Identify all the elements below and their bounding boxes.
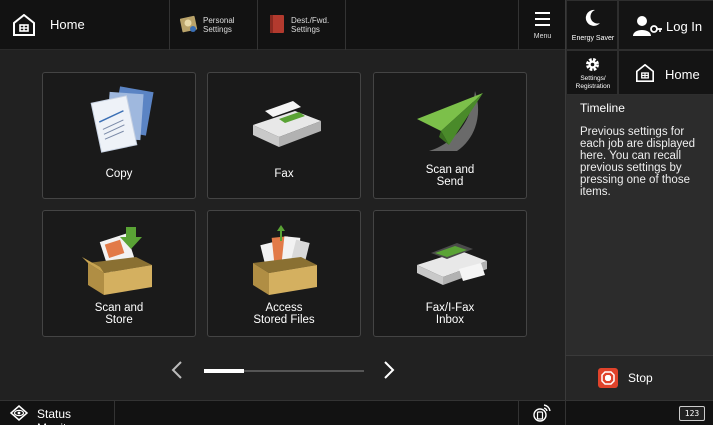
- status-monitor-label: Status Monitor: [37, 407, 77, 425]
- hamburger-icon: [535, 12, 550, 26]
- side-home-button[interactable]: Home: [618, 50, 713, 95]
- tile-scan-and-store-label: Scan and Store: [94, 302, 144, 326]
- timeline-title: Timeline: [580, 101, 625, 115]
- gear-icon: [586, 58, 599, 71]
- stop-icon: [598, 368, 618, 388]
- chevron-right-icon[interactable]: [382, 360, 396, 380]
- bottom-bar: Status Monitor 123: [0, 400, 713, 425]
- tile-fax-ifax-inbox-label: Fax/I-Fax Inbox: [425, 302, 475, 326]
- home-icon: [13, 14, 35, 36]
- tile-fax[interactable]: Fax: [207, 72, 361, 199]
- personal-settings-button[interactable]: Personal Settings: [170, 0, 258, 50]
- settings-registration-button[interactable]: Settings/ Registration: [566, 50, 618, 95]
- destination-forwarding-settings-label: Dest./Fwd. Settings: [291, 16, 330, 34]
- home-button[interactable]: Home: [0, 0, 170, 50]
- bottom-right-area: 123: [565, 401, 713, 425]
- scan-store-icon: [82, 227, 152, 295]
- stop-button[interactable]: Stop: [566, 355, 713, 400]
- user-key-icon: [633, 16, 662, 36]
- home-icon: [636, 64, 654, 82]
- tile-fax-ifax-inbox[interactable]: Fax/I-Fax Inbox: [373, 210, 527, 337]
- tile-copy[interactable]: Copy: [42, 72, 196, 199]
- menu-label: Menu: [533, 33, 552, 40]
- scan-send-icon: [417, 91, 483, 151]
- tile-fax-label: Fax: [274, 168, 294, 180]
- tile-scan-and-send-label: Scan and Send: [425, 164, 475, 188]
- energy-saver-label: Energy Saver: [571, 35, 615, 42]
- timeline-description: Previous settings for each job are displ…: [580, 126, 696, 198]
- login-label: Log In: [666, 19, 703, 34]
- chevron-left-icon[interactable]: [170, 360, 184, 380]
- main-menu-area: Copy Fax Scan and Send Scan and Store Ac…: [0, 50, 565, 400]
- fax-inbox-icon: [417, 243, 487, 285]
- menu-button[interactable]: Menu: [518, 0, 565, 50]
- side-home-label: Home: [665, 67, 700, 82]
- fax-icon: [253, 101, 321, 147]
- page-scroll-thumb[interactable]: [204, 369, 244, 373]
- address-book-icon: [270, 15, 284, 33]
- settings-registration-label: Settings/ Registration: [575, 75, 611, 90]
- personal-settings-label: Personal Settings: [203, 16, 235, 34]
- numeric-keypad-button[interactable]: 123: [679, 406, 705, 421]
- page-navigator: [0, 355, 565, 385]
- tile-scan-and-send[interactable]: Scan and Send: [373, 72, 527, 199]
- stop-label: Stop: [628, 371, 653, 385]
- home-label: Home: [50, 17, 85, 32]
- moon-icon: [585, 9, 600, 26]
- energy-saver-button[interactable]: Energy Saver: [566, 0, 618, 50]
- personal-settings-icon: [180, 15, 198, 33]
- tile-access-stored-files[interactable]: Access Stored Files: [207, 210, 361, 337]
- copy-icon: [90, 86, 154, 153]
- top-bar: Home Personal Settings Dest./Fwd. Settin…: [0, 0, 565, 50]
- tile-access-stored-files-label: Access Stored Files: [253, 302, 315, 326]
- side-panel: Energy Saver Log In Settings/ Registrati…: [565, 0, 713, 400]
- login-button[interactable]: Log In: [618, 0, 713, 50]
- status-monitor-button[interactable]: Status Monitor: [0, 401, 115, 425]
- tile-scan-and-store[interactable]: Scan and Store: [42, 210, 196, 337]
- mobile-connect-icon: [533, 404, 551, 422]
- destination-forwarding-settings-button[interactable]: Dest./Fwd. Settings: [258, 0, 346, 50]
- tile-copy-label: Copy: [105, 168, 133, 180]
- mobile-connection-button[interactable]: [518, 401, 565, 425]
- status-monitor-icon: [10, 405, 28, 421]
- stored-files-icon: [253, 225, 317, 295]
